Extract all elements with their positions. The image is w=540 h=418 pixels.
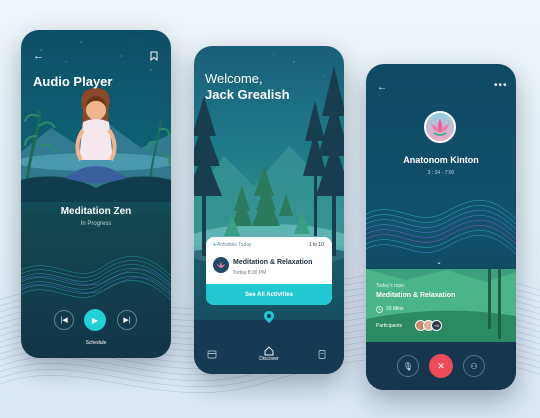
previous-icon: |◀ bbox=[60, 317, 68, 324]
back-arrow-icon[interactable]: ← bbox=[33, 50, 44, 62]
schedule-label[interactable]: Schedule bbox=[21, 340, 171, 346]
back-arrow-icon[interactable]: ← bbox=[377, 82, 387, 93]
add-user-button[interactable]: ⚇ bbox=[463, 355, 485, 377]
session-time: 3 : 34 - 7:00 bbox=[427, 170, 455, 176]
page-title: Audio Player bbox=[33, 74, 113, 89]
mic-off-icon: 🎙 bbox=[402, 361, 414, 371]
nav-discover-label[interactable]: Discover bbox=[194, 356, 344, 362]
location-pin-icon bbox=[264, 311, 274, 323]
call-controls: 🎙 ✕ ⚇ bbox=[366, 342, 516, 390]
activity-time: Today 8:00 PM bbox=[233, 270, 267, 276]
see-all-activities-button[interactable]: See All Activities bbox=[206, 284, 332, 305]
play-button[interactable]: ▶ bbox=[84, 309, 106, 331]
activities-count: 1 to 10 bbox=[308, 242, 324, 248]
track-status: In Progress bbox=[80, 221, 112, 227]
previous-button[interactable]: |◀ bbox=[54, 310, 74, 330]
chevron-down-icon[interactable]: ⌄ bbox=[436, 258, 442, 266]
participants-label: Participants bbox=[376, 323, 403, 329]
bottom-navigation bbox=[194, 311, 344, 374]
bookmark-icon[interactable] bbox=[150, 51, 158, 61]
mute-button[interactable]: 🎙 bbox=[397, 355, 419, 377]
next-icon: ▶| bbox=[123, 317, 131, 324]
host-name: Anatonom Kinton bbox=[403, 155, 479, 165]
more-dots-icon[interactable]: ••• bbox=[494, 80, 508, 91]
welcome-greeting: Welcome, bbox=[205, 71, 263, 86]
participants-more-badge: +8 bbox=[431, 320, 442, 331]
clock-icon bbox=[376, 306, 383, 313]
lotus-icon bbox=[213, 257, 229, 273]
welcome-screen: Welcome, Jack Grealish ● Activities Toda… bbox=[194, 46, 344, 374]
topic-title: Meditation & Relaxation bbox=[376, 292, 456, 299]
avatar bbox=[424, 111, 456, 143]
end-call-button[interactable]: ✕ bbox=[429, 354, 453, 378]
user-name: Jack Grealish bbox=[205, 87, 290, 102]
session-screen: ← ••• Anatonom Kinton 3 : 34 - 7:00 ⌄ To… bbox=[366, 64, 516, 390]
play-icon: ▶ bbox=[91, 315, 99, 325]
activities-card: ● Activities Today 1 to 10 Meditation & … bbox=[206, 237, 332, 305]
bullet-icon: ● bbox=[213, 242, 217, 248]
topic-label: Today's topic bbox=[376, 283, 405, 289]
home-icon[interactable] bbox=[264, 346, 274, 356]
participants-avatars[interactable]: +8 bbox=[415, 320, 442, 331]
audio-player-screen: ← Audio Player Meditation Zen In Progres… bbox=[21, 30, 171, 358]
end-call-icon: ✕ bbox=[437, 360, 445, 371]
add-user-icon: ⚇ bbox=[470, 361, 478, 371]
track-title: Meditation Zen bbox=[60, 206, 132, 217]
activity-title[interactable]: Meditation & Relaxation bbox=[233, 259, 312, 266]
lotus-icon bbox=[431, 119, 449, 136]
activities-header: ● Activities Today bbox=[213, 242, 252, 248]
next-button[interactable]: ▶| bbox=[117, 310, 137, 330]
session-duration: 20 Mins bbox=[386, 306, 404, 312]
